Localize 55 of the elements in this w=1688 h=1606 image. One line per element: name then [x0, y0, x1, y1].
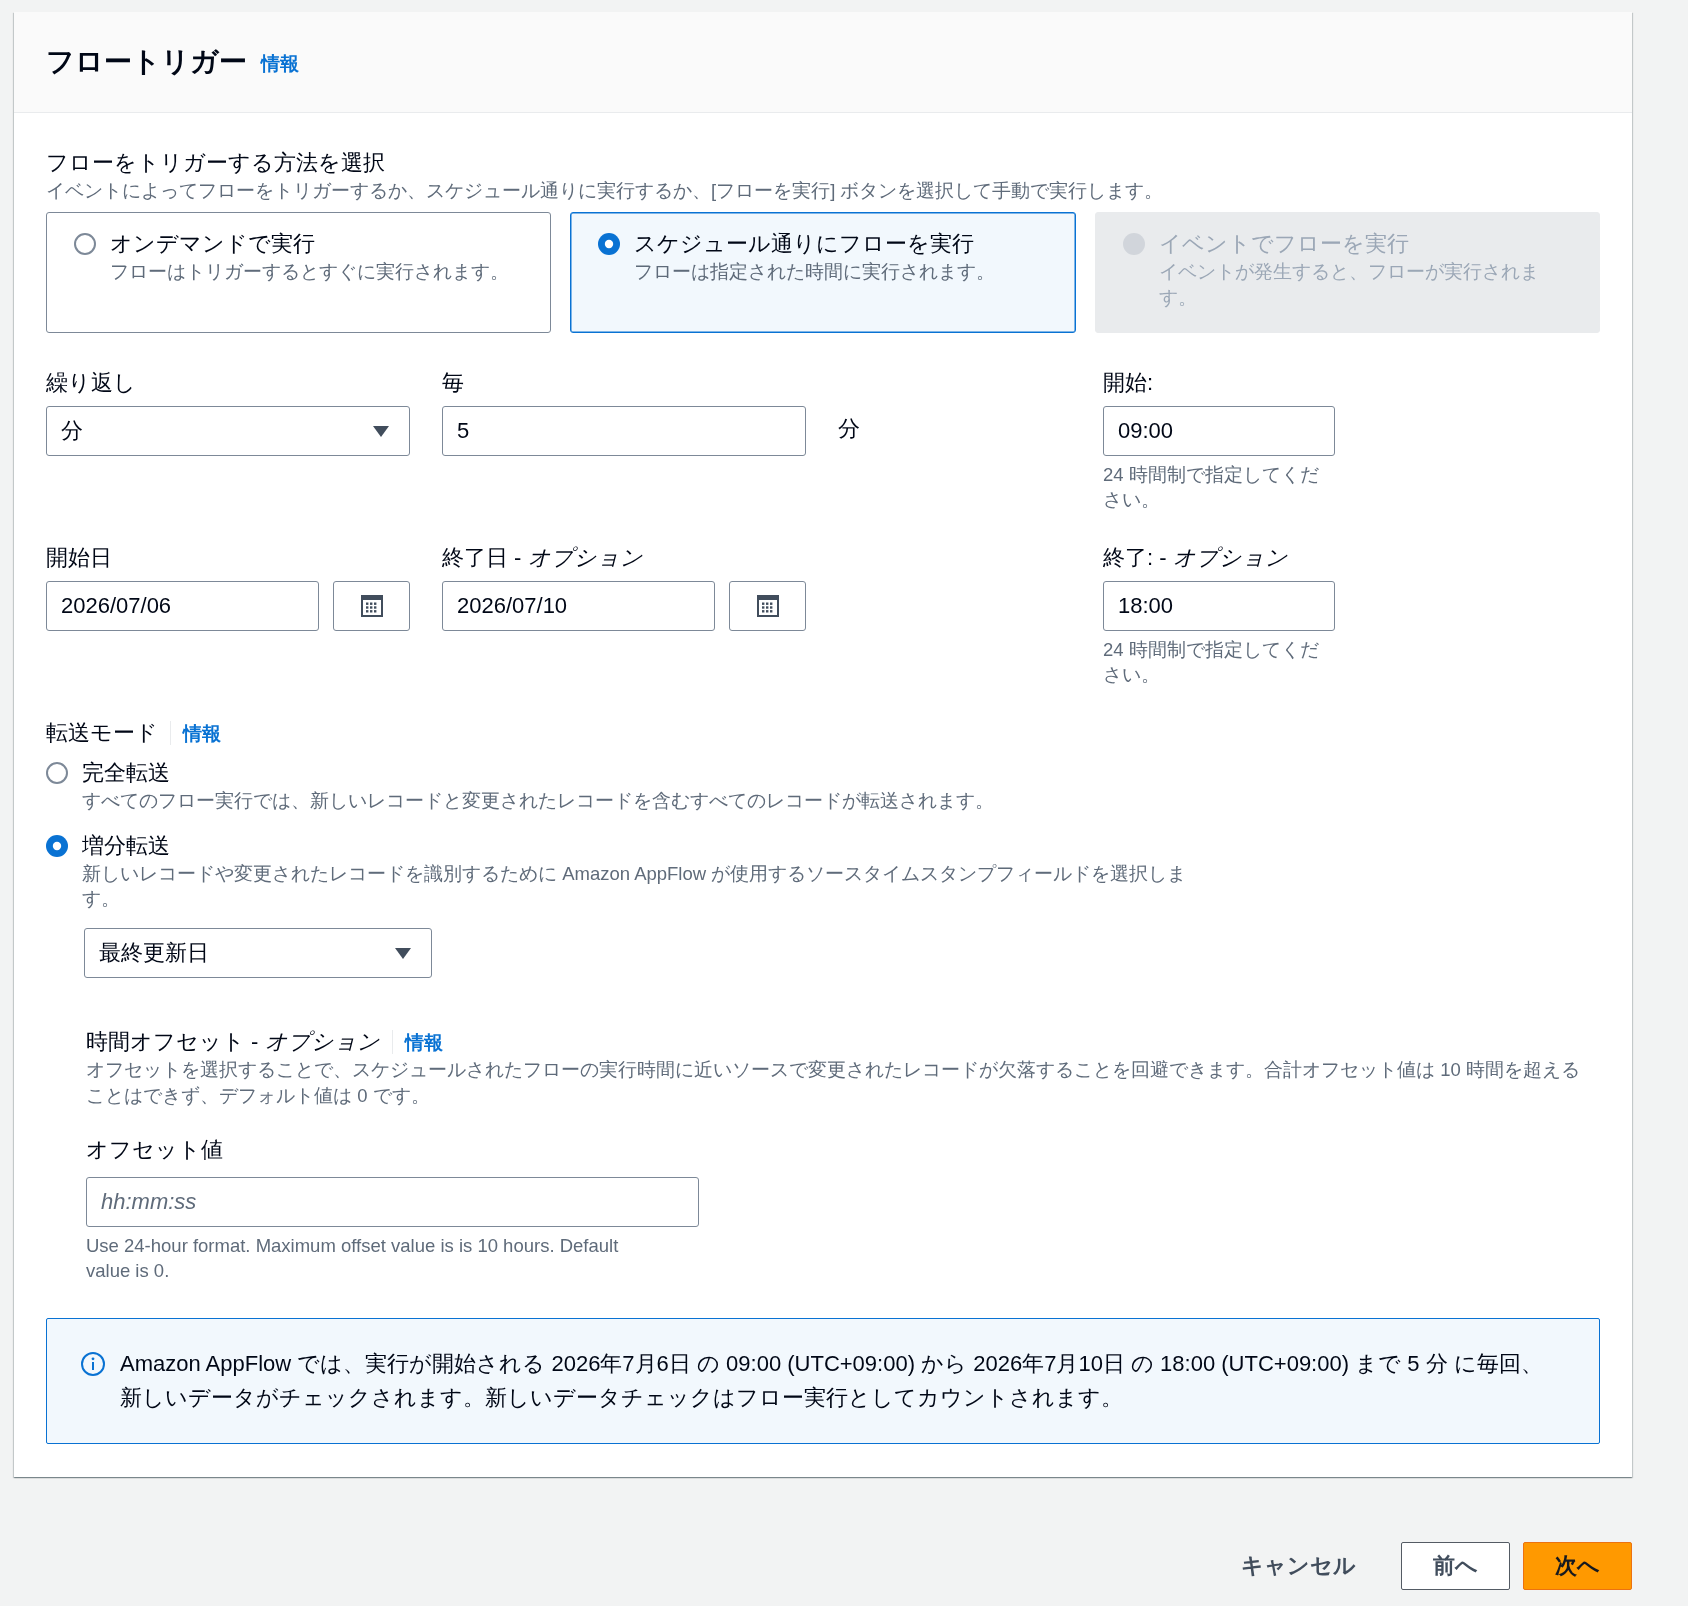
radio-icon[interactable]	[46, 834, 68, 857]
trigger-label: フローをトリガーする方法を選択	[46, 149, 386, 177]
field-hint: 24 時間制で指定してください。	[1103, 463, 1320, 512]
radio-icon[interactable]	[74, 232, 96, 255]
option-description: フローはトリガーするとすぐに実行されます。	[110, 260, 509, 284]
section-title: フロートリガー	[46, 45, 247, 79]
next-button[interactable]: 次へ	[1523, 1542, 1632, 1590]
unit-label: 分	[838, 415, 860, 443]
trigger-option-tile[interactable]: スケジュール通りにフローを実行 フローは指定された時間に実行されます。	[570, 212, 1076, 333]
start-date-input[interactable]: 2026/07/06	[46, 581, 319, 631]
field-label: 開始:	[1103, 369, 1155, 397]
option-title: イベントでフローを実行	[1158, 230, 1410, 258]
field-hint: Use 24-hour format. Maximum offset value is is 10 hours. Default value is 0.	[86, 1234, 620, 1283]
field-label: 開始日	[46, 544, 113, 572]
trigger-option-tile[interactable]: オンデマンドで実行 フローはトリガーするとすぐに実行されます。	[46, 212, 552, 333]
option-title: スケジュール通りにフローを実行	[634, 230, 976, 258]
radio-icon[interactable]	[598, 232, 621, 255]
repeat-select[interactable]: 分	[46, 406, 410, 456]
offset-input[interactable]: hh:mm:ss	[86, 1177, 699, 1227]
info-link[interactable]: 情報	[261, 47, 299, 77]
radio-label: 完全転送	[82, 759, 171, 787]
start-time-input[interactable]: 09:00	[1103, 406, 1335, 456]
timestamp-field-select[interactable]: 最終更新日	[84, 928, 432, 978]
calendar-icon	[360, 595, 383, 617]
info-link[interactable]: 情報	[183, 718, 221, 747]
previous-button[interactable]: 前へ	[1401, 1542, 1510, 1590]
end-date-input[interactable]: 2026/07/10	[442, 581, 715, 631]
field-label: 繰り返し	[46, 369, 137, 397]
option-description: フローは指定された時間に実行されます。	[634, 260, 996, 284]
info-link[interactable]: 情報	[404, 1027, 443, 1056]
calendar-button[interactable]	[729, 581, 806, 631]
radio-description: 新しいレコードや変更されたレコードを識別するために Amazon AppFlow が使用するソースタイムスタンプフィールドを選択します。	[82, 862, 1188, 911]
end-time-input[interactable]: 18:00	[1103, 581, 1335, 631]
trigger-description: イベントによってフローをトリガーするか、スケジュール通りに実行するか、[フローを実行] ボタンを選択して手動で実行します。	[46, 179, 1165, 203]
field-label: オフセット値	[86, 1136, 224, 1164]
calendar-button[interactable]	[333, 581, 410, 631]
calendar-icon	[756, 595, 779, 617]
alert-text: Amazon AppFlow では、実行が開始される 2026年7月6日 の 09:00 (UTC+09:00) から 2026年7月10日 の 18:00 (UTC+09:00) まで 5 分 に毎回、新しいデータがチェックされます。新しいデータチェックはフロー実行としてカウントされます。	[120, 1350, 1544, 1412]
caret-down-icon	[395, 947, 411, 959]
field-label: 終了: - オプション	[1103, 544, 1289, 572]
field-hint: 24 時間制で指定してください。	[1103, 638, 1320, 687]
option-description: イベントが発生すると、フローが実行されます。	[1158, 260, 1540, 310]
transfer-mode-label: 転送モード	[46, 719, 158, 747]
info-icon	[81, 1352, 105, 1376]
field-label: 終了日 - オプション	[442, 544, 644, 572]
cancel-button[interactable]: キャンセル	[1209, 1542, 1388, 1590]
radio-icon[interactable]	[46, 761, 68, 784]
caret-down-icon	[373, 425, 389, 437]
option-title: オンデマンドで実行	[110, 230, 316, 258]
radio-label: 増分転送	[82, 832, 171, 860]
field-label: 毎	[442, 369, 465, 397]
offset-label: 時間オフセット - オプション	[86, 1028, 380, 1056]
offset-description: オフセットを選択することで、スケジュールされたフローの実行時間に近いソースで変更されたレコードが欠落することを回避できます。合計オフセット値は 10 時間を超えることはできず、デフォルト値は 0 です。	[86, 1058, 1581, 1108]
interval-input[interactable]: 5	[442, 406, 806, 456]
radio-description: すべてのフロー実行では、新しいレコードと変更されたレコードを含むすべてのレコードが転送されます。	[82, 789, 995, 813]
